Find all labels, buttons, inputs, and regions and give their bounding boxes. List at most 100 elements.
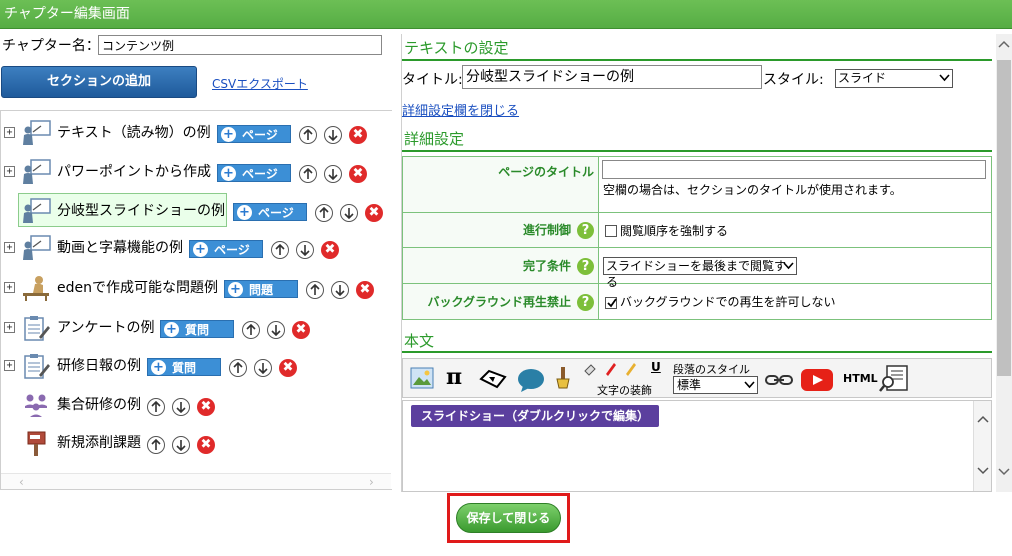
force-order-checkbox[interactable] (605, 225, 617, 237)
move-down-button[interactable] (267, 321, 285, 339)
move-up-button[interactable] (299, 165, 317, 183)
add-page-button[interactable]: + ページ (217, 125, 291, 143)
scrollbar-thumb[interactable] (997, 60, 1011, 376)
tag-label: 問題 (249, 283, 274, 297)
expand-icon[interactable]: + (4, 166, 15, 177)
tree-item-label[interactable]: 分岐型スライドショーの例 (57, 201, 225, 221)
youtube-icon[interactable] (800, 368, 834, 392)
chevron-down-icon[interactable] (977, 467, 989, 475)
link-icon[interactable] (765, 373, 793, 387)
highlighter-icon[interactable] (623, 361, 637, 377)
delete-button[interactable]: ✖ (197, 436, 215, 454)
editor-scrollbar[interactable] (973, 401, 991, 491)
move-up-button[interactable] (147, 436, 165, 454)
tree-item-label[interactable]: 動画と字幕機能の例 (57, 238, 183, 258)
scroll-right-icon[interactable]: › (369, 474, 374, 490)
tree-item[interactable]: 分岐型スライドショーの例 + ページ ✖ (1, 193, 393, 227)
expand-icon[interactable]: + (4, 360, 15, 371)
expand-icon[interactable]: + (4, 242, 15, 253)
move-up-button[interactable] (306, 281, 324, 299)
page-title-input[interactable] (602, 160, 986, 179)
add-page-button[interactable]: + 問題 (224, 280, 298, 298)
eraser-icon[interactable] (583, 362, 597, 376)
tree-item[interactable]: 新規添削課題 ✖ (1, 428, 393, 458)
delete-button[interactable]: ✖ (279, 359, 297, 377)
add-page-button[interactable]: + ページ (233, 203, 307, 221)
move-up-button[interactable] (315, 204, 333, 222)
tree-item[interactable]: + アンケートの例 + 質問 ✖ (1, 313, 393, 343)
delete-button[interactable]: ✖ (356, 281, 374, 299)
add-section-button[interactable]: セクションの追加 (1, 66, 197, 98)
add-page-button[interactable]: + 質問 (160, 320, 234, 338)
tree-item-label[interactable]: edenで作成可能な問題例 (57, 278, 218, 298)
tree-item-label[interactable]: 集合研修の例 (57, 395, 141, 415)
expand-icon[interactable]: + (4, 282, 15, 293)
delete-button[interactable]: ✖ (197, 398, 215, 416)
move-down-button[interactable] (324, 165, 342, 183)
help-icon[interactable]: ? (577, 222, 594, 239)
tree-item-label[interactable]: アンケートの例 (57, 318, 154, 338)
add-page-button[interactable]: + ページ (189, 240, 263, 258)
delete-button[interactable]: ✖ (321, 241, 339, 259)
body-editor[interactable]: スライドショー（ダブルクリックで編集） (402, 400, 992, 492)
expand-icon[interactable]: + (4, 322, 15, 333)
horizontal-scrollbar[interactable]: ‹ › (1, 473, 391, 489)
chevron-down-icon[interactable] (998, 468, 1010, 476)
shape-icon[interactable] (479, 369, 507, 389)
delete-button[interactable]: ✖ (349, 165, 367, 183)
move-down-button[interactable] (254, 359, 272, 377)
paint-brush-icon[interactable] (553, 366, 573, 390)
delete-button[interactable]: ✖ (365, 204, 383, 222)
scroll-left-icon[interactable]: ‹ (19, 474, 24, 490)
tree-item[interactable]: + 動画と字幕機能の例 + ページ ✖ (1, 233, 393, 263)
move-up-button[interactable] (271, 241, 289, 259)
tree-item-label[interactable]: テキスト（読み物）の例 (57, 123, 211, 143)
vertical-scrollbar[interactable] (996, 34, 1012, 492)
move-up-button[interactable] (229, 359, 247, 377)
move-down-button[interactable] (172, 436, 190, 454)
tree-item[interactable]: 集合研修の例 ✖ (1, 390, 393, 420)
help-icon[interactable]: ? (577, 293, 594, 311)
slideshow-block[interactable]: スライドショー（ダブルクリックで編集） (411, 405, 660, 427)
move-up-button[interactable] (299, 126, 317, 144)
html-source-button[interactable]: HTML (843, 372, 878, 385)
tree-item[interactable]: + パワーポイントから作成 + ページ ✖ (1, 157, 393, 187)
paragraph-style-select[interactable]: 標準 (673, 376, 758, 394)
close-detail-link[interactable]: 詳細設定欄を閉じる (402, 100, 519, 119)
chevron-up-icon[interactable] (998, 40, 1010, 48)
add-page-button[interactable]: + 質問 (147, 358, 221, 376)
move-up-button[interactable] (147, 398, 165, 416)
image-icon[interactable] (410, 367, 434, 389)
arrow-up-icon (151, 401, 161, 412)
style-select[interactable]: スライド (835, 69, 953, 88)
chapter-name-input[interactable]: コンテンツ例 (98, 35, 382, 55)
expand-icon[interactable]: + (4, 127, 15, 138)
move-down-button[interactable] (331, 281, 349, 299)
save-and-close-button[interactable]: 保存して閉じる (456, 503, 561, 533)
title-input[interactable]: 分岐型スライドショーの例 (462, 65, 762, 89)
move-down-button[interactable] (340, 204, 358, 222)
tree-item-label[interactable]: パワーポイントから作成 (57, 162, 211, 182)
preview-icon[interactable] (879, 365, 909, 393)
help-icon[interactable]: ? (577, 257, 594, 275)
delete-button[interactable]: ✖ (349, 126, 367, 144)
speech-bubble-icon[interactable] (517, 368, 545, 392)
tree-item-label[interactable]: 研修日報の例 (57, 356, 141, 376)
pi-icon[interactable]: π (446, 364, 462, 390)
completion-select[interactable]: スライドショーを最後まで閲覧する (603, 256, 797, 289)
delete-button[interactable]: ✖ (292, 321, 310, 339)
move-down-button[interactable] (296, 241, 314, 259)
tree-item[interactable]: + edenで作成可能な問題例 + 問題 ✖ (1, 273, 393, 303)
tree-item-label[interactable]: 新規添削課題 (57, 433, 141, 453)
marker-red-icon[interactable] (603, 361, 617, 377)
underline-icon[interactable]: U (651, 360, 661, 374)
add-page-button[interactable]: + ページ (217, 164, 291, 182)
move-up-button[interactable] (242, 321, 260, 339)
tree-item[interactable]: + 研修日報の例 + 質問 ✖ (1, 351, 393, 381)
chevron-up-icon[interactable] (977, 415, 989, 423)
move-down-button[interactable] (324, 126, 342, 144)
tree-item[interactable]: + テキスト（読み物）の例 + ページ ✖ (1, 118, 393, 148)
move-down-button[interactable] (172, 398, 190, 416)
csv-export-link[interactable]: CSVエクスポート (212, 75, 308, 92)
background-play-checkbox[interactable] (605, 296, 617, 309)
